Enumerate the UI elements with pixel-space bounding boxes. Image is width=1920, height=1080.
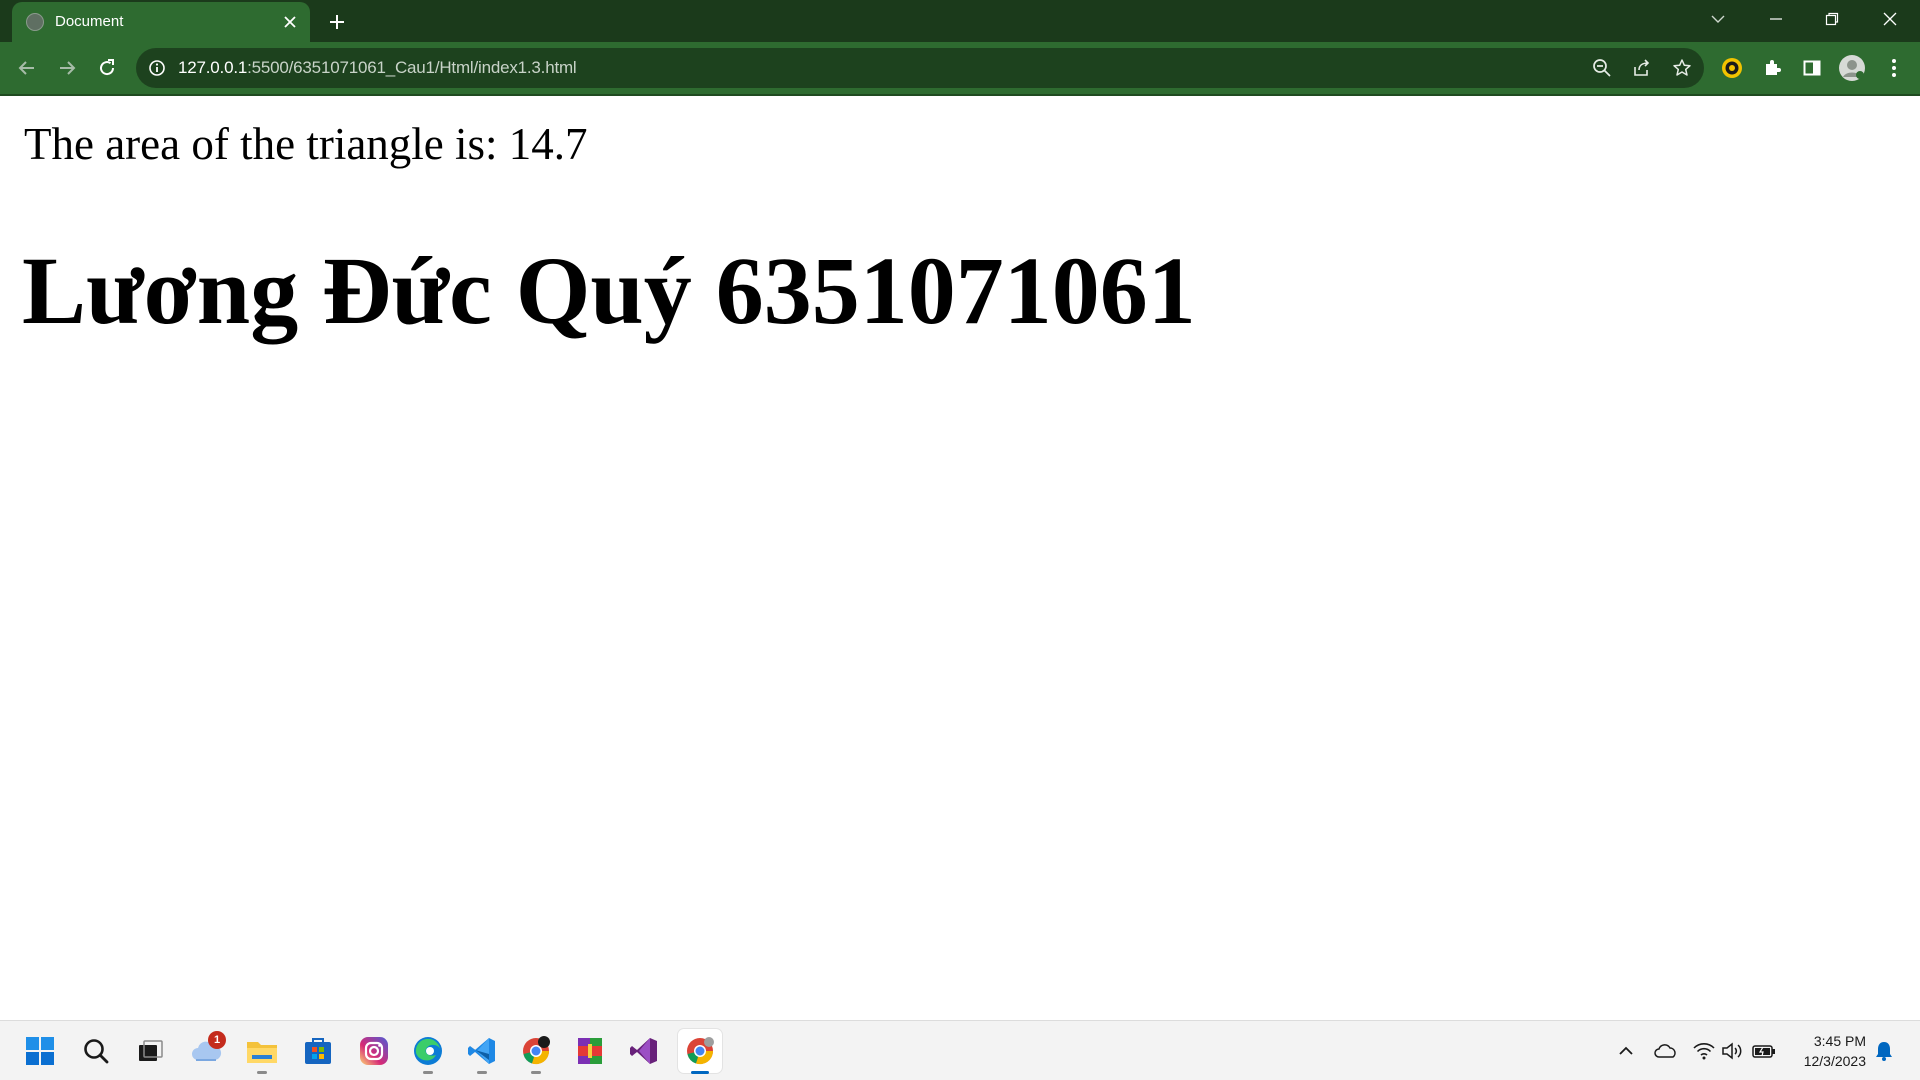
winrar-icon xyxy=(578,1038,602,1064)
visual-studio-button[interactable] xyxy=(622,1029,666,1073)
edge-button[interactable] xyxy=(406,1029,450,1074)
task-view-button[interactable] xyxy=(128,1029,172,1073)
web-page: The area of the triangle is: 14.7 Lương … xyxy=(0,96,1920,1020)
plus-icon xyxy=(330,15,344,29)
minimize-icon xyxy=(1770,18,1782,20)
volume-icon[interactable] xyxy=(1720,1039,1744,1063)
minimize-button[interactable] xyxy=(1748,0,1804,38)
running-indicator xyxy=(477,1071,487,1074)
star-icon[interactable] xyxy=(1670,56,1694,80)
chrome-button[interactable] xyxy=(514,1029,558,1074)
chevron-down-icon xyxy=(1711,15,1725,23)
reload-button[interactable] xyxy=(90,51,124,85)
battery-icon[interactable] xyxy=(1752,1039,1776,1063)
browser-tab[interactable]: Document xyxy=(12,2,310,42)
info-icon xyxy=(149,60,165,76)
instagram-button[interactable] xyxy=(352,1029,396,1073)
clock-time: 3:45 PM xyxy=(1813,1033,1866,1049)
winrar-button[interactable] xyxy=(568,1029,612,1073)
running-indicator xyxy=(257,1071,267,1074)
microsoft-store-icon xyxy=(305,1038,331,1064)
arrow-left-icon xyxy=(18,61,34,75)
onedrive-icon[interactable] xyxy=(1654,1039,1678,1063)
weather-widget-button[interactable]: 1 xyxy=(184,1029,228,1073)
browser-toolbar: 127.0.0.1:5500/6351071061_Cau1/Html/inde… xyxy=(0,42,1920,94)
tab-search-button[interactable] xyxy=(1690,0,1746,38)
bell-icon[interactable] xyxy=(1872,1039,1896,1063)
arrow-right-icon xyxy=(60,61,76,75)
back-button[interactable] xyxy=(10,51,44,85)
address-bar[interactable]: 127.0.0.1:5500/6351071061_Cau1/Html/inde… xyxy=(136,48,1704,88)
zoom-out-icon[interactable] xyxy=(1590,56,1614,80)
vscode-button[interactable] xyxy=(460,1029,504,1074)
microsoft-store-button[interactable] xyxy=(296,1029,340,1073)
search-button[interactable] xyxy=(74,1029,118,1073)
browser-titlebar: Document xyxy=(0,0,1920,42)
chrome-active-icon xyxy=(687,1037,714,1065)
reload-icon xyxy=(100,59,115,76)
vscode-icon xyxy=(468,1038,495,1064)
file-explorer-button[interactable] xyxy=(240,1029,284,1074)
edge-icon xyxy=(414,1037,442,1065)
windows-taskbar: 1 3:45 PM 12/3/2023 xyxy=(0,1020,1920,1080)
active-indicator xyxy=(691,1071,709,1074)
url-path: :5500/6351071061_Cau1/Html/index1.3.html xyxy=(247,58,577,77)
tab-close-icon[interactable] xyxy=(280,12,300,32)
forward-button[interactable] xyxy=(50,51,84,85)
close-window-button[interactable] xyxy=(1862,0,1918,38)
running-indicator xyxy=(531,1071,541,1074)
url-text[interactable]: 127.0.0.1:5500/6351071061_Cau1/Html/inde… xyxy=(178,58,577,78)
new-tab-button[interactable] xyxy=(324,9,350,35)
student-name-heading: Lương Đức Quý 6351071061 xyxy=(22,237,1196,344)
restore-button[interactable] xyxy=(1804,0,1860,38)
globe-icon xyxy=(26,13,44,31)
taskbar-clock[interactable]: 3:45 PM 12/3/2023 xyxy=(1786,1031,1866,1071)
file-explorer-icon xyxy=(247,1042,277,1063)
profile-avatar-icon[interactable] xyxy=(1838,54,1866,82)
running-indicator xyxy=(423,1071,433,1074)
chrome-active-button[interactable] xyxy=(678,1029,722,1074)
visual-studio-icon xyxy=(630,1038,657,1064)
start-button[interactable] xyxy=(18,1029,62,1073)
restore-icon xyxy=(1825,12,1839,26)
more-vert-icon[interactable] xyxy=(1880,54,1908,82)
search-icon xyxy=(84,1039,109,1064)
url-host: 127.0.0.1 xyxy=(178,58,248,77)
share-icon[interactable] xyxy=(1630,56,1654,80)
area-result-text: The area of the triangle is: 14.7 xyxy=(24,119,588,169)
extension-badge-icon[interactable] xyxy=(1718,54,1746,82)
task-view-icon xyxy=(139,1040,163,1061)
wifi-icon[interactable] xyxy=(1692,1039,1716,1063)
windows-start-icon xyxy=(26,1037,54,1065)
close-icon xyxy=(1883,12,1897,26)
puzzle-icon[interactable] xyxy=(1758,54,1786,82)
notification-badge: 1 xyxy=(208,1031,226,1049)
instagram-icon xyxy=(360,1037,388,1065)
chrome-icon xyxy=(523,1036,550,1065)
side-panel-icon[interactable] xyxy=(1798,54,1826,82)
chevron-up-icon[interactable] xyxy=(1614,1039,1638,1063)
clock-date: 12/3/2023 xyxy=(1803,1053,1866,1069)
tab-title: Document xyxy=(55,13,124,30)
